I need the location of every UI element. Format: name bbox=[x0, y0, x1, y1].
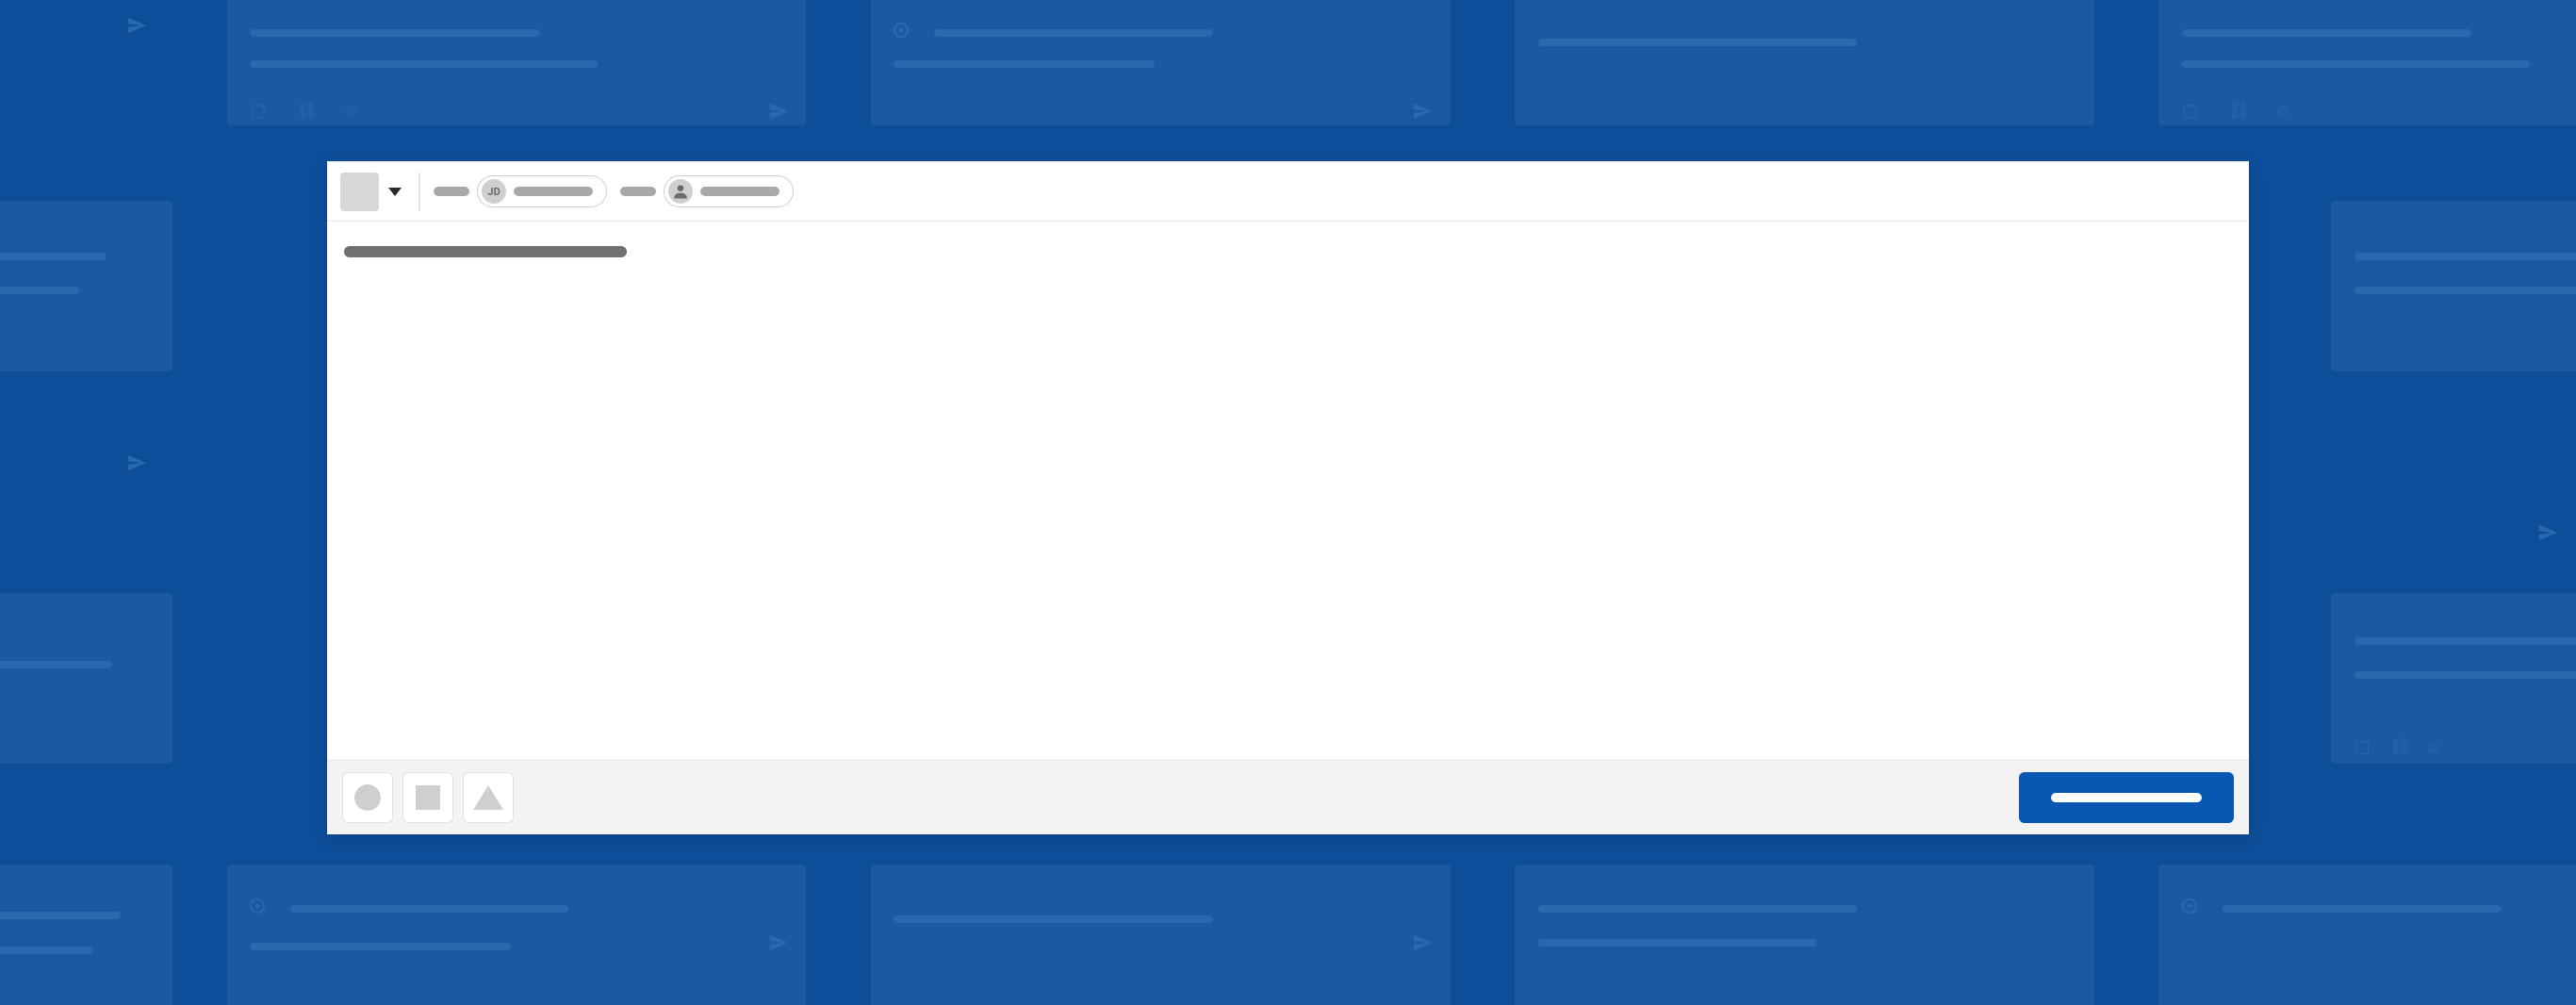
body-text-placeholder bbox=[344, 246, 627, 257]
send-arrow-icon bbox=[126, 15, 147, 36]
bg-card: + bbox=[227, 865, 807, 1005]
avatar-initials: JD bbox=[482, 179, 506, 204]
bg-card: ▢ ⛓ ☺ bbox=[227, 0, 807, 125]
compose-header: JD bbox=[327, 161, 2249, 222]
bg-card bbox=[1515, 0, 2094, 125]
recipient-field-1: JD bbox=[434, 175, 607, 207]
triangle-icon bbox=[473, 785, 503, 810]
bg-card bbox=[871, 865, 1451, 1005]
compose-body[interactable] bbox=[327, 222, 2249, 760]
message-type-selector[interactable] bbox=[340, 173, 420, 211]
compose-footer bbox=[327, 760, 2249, 834]
bg-card bbox=[2331, 201, 2576, 371]
send-arrow-icon bbox=[126, 453, 147, 473]
field-label-placeholder bbox=[620, 187, 656, 196]
send-arrow-icon bbox=[2537, 522, 2558, 543]
type-swatch-icon bbox=[340, 173, 379, 211]
square-icon bbox=[416, 785, 440, 810]
send-button[interactable] bbox=[2019, 772, 2234, 823]
tool-row bbox=[342, 772, 514, 823]
recipient-field-2 bbox=[620, 175, 794, 207]
bg-card: ⛓ ☺ bbox=[0, 201, 172, 371]
recipient-chip[interactable] bbox=[664, 175, 794, 207]
recipient-chip[interactable]: JD bbox=[477, 175, 607, 207]
chip-text-placeholder bbox=[514, 187, 593, 196]
bg-card: + bbox=[2158, 865, 2576, 1005]
bg-card: ▢ ⛓ ☺ bbox=[2331, 593, 2576, 764]
bg-card bbox=[0, 593, 172, 764]
circle-tool-button[interactable] bbox=[342, 772, 393, 823]
chevron-down-icon bbox=[388, 188, 402, 196]
square-tool-button[interactable] bbox=[402, 772, 453, 823]
compose-window: JD bbox=[327, 161, 2249, 834]
avatar-initials-text: JD bbox=[487, 186, 500, 198]
bg-card bbox=[1515, 865, 2094, 1005]
send-button-label-placeholder bbox=[2051, 793, 2202, 802]
field-label-placeholder bbox=[434, 187, 469, 196]
circle-icon bbox=[354, 784, 381, 811]
avatar-image bbox=[668, 179, 693, 204]
bg-card: + bbox=[871, 0, 1451, 125]
chip-text-placeholder bbox=[700, 187, 779, 196]
bg-card: ▢ ⛓ ☺ bbox=[2158, 0, 2576, 125]
triangle-tool-button[interactable] bbox=[463, 772, 514, 823]
bg-card: ▢ ⛓ ☺ bbox=[0, 865, 172, 1005]
